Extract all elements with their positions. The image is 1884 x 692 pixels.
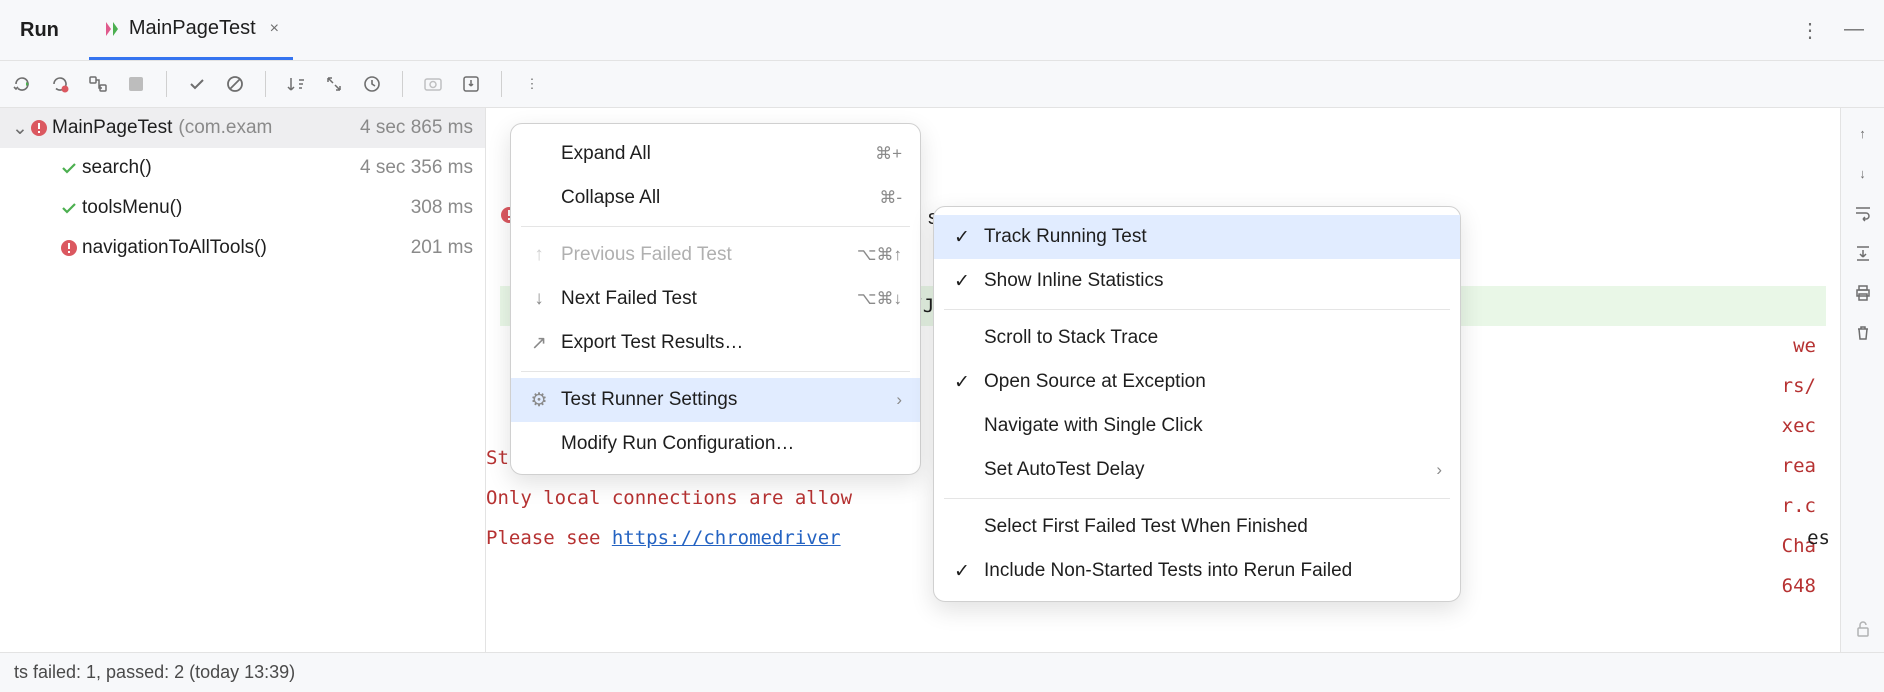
run-tab[interactable]: MainPageTest × (89, 0, 293, 60)
show-ignored-icon[interactable] (223, 72, 247, 96)
menu-expand-all[interactable]: Expand All⌘+ (511, 132, 920, 176)
menu-test-runner-settings[interactable]: ⚙Test Runner Settings› (511, 378, 920, 422)
console-gutter: ↑ ↓ (1840, 108, 1884, 652)
caret-down-icon[interactable]: ⌄ (12, 117, 30, 140)
console-link[interactable]: https://chromedriver (612, 527, 841, 549)
menu-next-failed[interactable]: ↓Next Failed Test⌥⌘↓ (511, 277, 920, 321)
export-icon: ↗ (529, 332, 549, 355)
minimize-icon[interactable]: — (1844, 18, 1864, 43)
test-name: toolsMenu() (82, 197, 182, 219)
menu-navigate-single[interactable]: Navigate with Single Click (934, 404, 1460, 448)
context-menu: Expand All⌘+ Collapse All⌘- ↑Previous Fa… (510, 123, 921, 475)
menu-track-running[interactable]: ✓Track Running Test (934, 215, 1460, 259)
statusbar: ts failed: 1, passed: 2 (today 13:39) (0, 652, 1884, 692)
toggle-auto-test-icon[interactable] (86, 72, 110, 96)
soft-wrap-icon[interactable] (1852, 202, 1874, 224)
test-time: 4 sec 356 ms (360, 157, 473, 179)
submenu-test-runner-settings: ✓Track Running Test ✓Show Inline Statist… (933, 206, 1461, 602)
arrow-down-icon: ↓ (529, 288, 549, 310)
rerun-icon[interactable] (10, 72, 34, 96)
test-name: navigationToAllTools() (82, 237, 267, 259)
status-fail-icon (60, 239, 82, 257)
test-time: 201 ms (411, 237, 473, 259)
chevron-right-icon: › (1436, 460, 1442, 480)
arrow-up-icon: ↑ (529, 244, 549, 266)
rerun-failed-icon[interactable] (48, 72, 72, 96)
check-icon: ✓ (952, 560, 972, 583)
check-icon: ✓ (952, 270, 972, 293)
test-tree: ⌄ MainPageTest (com.exam 4 sec 865 ms se… (0, 108, 486, 652)
show-passed-icon[interactable] (185, 72, 209, 96)
panel-name: Run (20, 19, 59, 42)
menu-include-nonstarted[interactable]: ✓Include Non-Started Tests into Rerun Fa… (934, 549, 1460, 593)
up-arrow-icon[interactable]: ↑ (1852, 122, 1874, 144)
menu-inline-stats[interactable]: ✓Show Inline Statistics (934, 259, 1460, 303)
tab-close-icon[interactable]: × (270, 20, 279, 38)
console-line: Please see (486, 527, 612, 549)
menu-autotest-delay[interactable]: Set AutoTest Delay› (934, 448, 1460, 492)
menu-open-source[interactable]: ✓Open Source at Exception (934, 360, 1460, 404)
status-text: ts failed: 1, passed: 2 (today 13:39) (14, 662, 295, 683)
expand-all-icon[interactable] (322, 72, 346, 96)
menu-prev-failed: ↑Previous Failed Test⌥⌘↑ (511, 233, 920, 277)
scroll-to-end-icon[interactable] (1852, 242, 1874, 264)
more-vert-icon[interactable]: ⋮ (1800, 18, 1820, 43)
lock-icon[interactable] (1852, 618, 1874, 640)
sort-icon[interactable] (284, 72, 308, 96)
menu-scroll-stack[interactable]: Scroll to Stack Trace (934, 316, 1460, 360)
test-row[interactable]: navigationToAllTools() 201 ms (0, 228, 485, 268)
check-icon: ✓ (952, 226, 972, 249)
toolbar: ⋮ (0, 60, 1884, 108)
menu-select-first-failed[interactable]: Select First Failed Test When Finished (934, 505, 1460, 549)
tree-root-row[interactable]: ⌄ MainPageTest (com.exam 4 sec 865 ms (0, 108, 485, 148)
tree-root-name: MainPageTest (52, 117, 172, 139)
menu-export[interactable]: ↗Export Test Results… (511, 321, 920, 365)
tree-root-pkg: (com.exam (178, 117, 360, 139)
tab-label: MainPageTest (129, 17, 256, 40)
status-fail-icon (30, 119, 52, 137)
test-name: search() (82, 157, 152, 179)
console-frag: es (1807, 518, 1830, 558)
run-config-icon (103, 20, 121, 38)
menu-modify-run-config[interactable]: Modify Run Configuration… (511, 422, 920, 466)
gear-icon: ⚙ (529, 389, 549, 412)
screenshot-icon[interactable] (421, 72, 445, 96)
test-row[interactable]: search() 4 sec 356 ms (0, 148, 485, 188)
print-icon[interactable] (1852, 282, 1874, 304)
stop-icon[interactable] (124, 72, 148, 96)
status-pass-icon (60, 159, 82, 177)
menu-collapse-all[interactable]: Collapse All⌘- (511, 176, 920, 220)
check-icon: ✓ (952, 371, 972, 394)
status-pass-icon (60, 199, 82, 217)
console-line: Only local connections are allow (486, 478, 852, 518)
down-arrow-icon[interactable]: ↓ (1852, 162, 1874, 184)
chevron-right-icon: › (896, 390, 902, 410)
test-time: 308 ms (411, 197, 473, 219)
more-icon[interactable]: ⋮ (520, 72, 544, 96)
titlebar: Run MainPageTest × ⋮ — (0, 0, 1884, 60)
clear-icon[interactable] (1852, 322, 1874, 344)
tree-root-time: 4 sec 865 ms (360, 117, 473, 139)
test-row[interactable]: toolsMenu() 308 ms (0, 188, 485, 228)
import-icon[interactable] (459, 72, 483, 96)
history-icon[interactable] (360, 72, 384, 96)
